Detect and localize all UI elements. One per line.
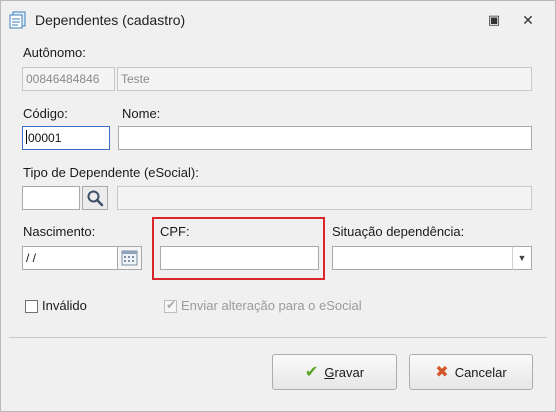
nascimento-input[interactable]: / /: [22, 246, 118, 270]
tipo-dependente-code-input[interactable]: [22, 186, 80, 210]
separator: [9, 337, 547, 338]
tipo-dependente-description: [117, 186, 532, 210]
autonomo-code-field: 00846484846: [22, 67, 115, 91]
text-caret: [26, 130, 27, 144]
cpf-input[interactable]: [160, 246, 319, 270]
close-icon[interactable]: ✕: [517, 10, 539, 30]
x-mark-icon: ✖: [435, 364, 449, 381]
autonomo-name-field: Teste: [117, 67, 532, 91]
form-icon: [9, 11, 26, 29]
calendar-button[interactable]: [118, 246, 142, 270]
checkmark-icon: ✔: [166, 298, 177, 312]
autonomo-label: Autônomo:: [23, 45, 86, 60]
codigo-input[interactable]: 00001: [22, 126, 110, 150]
checkmark-icon: ✔: [304, 364, 319, 381]
enviar-esocial-label: Enviar alteração para o eSocial: [181, 298, 362, 313]
codigo-value: 00001: [28, 131, 62, 145]
situacao-select[interactable]: [332, 246, 514, 270]
nome-input[interactable]: [118, 126, 532, 150]
invalido-checkbox[interactable]: [25, 300, 38, 313]
cpf-label: CPF:: [160, 224, 190, 239]
invalido-label[interactable]: Inválido: [42, 298, 87, 313]
codigo-label: Código:: [23, 106, 68, 121]
gravar-label: Gravar: [324, 364, 365, 380]
situacao-label: Situação dependência:: [332, 224, 465, 239]
restore-icon[interactable]: ▣: [483, 10, 505, 30]
form-content: Autônomo: 00846484846 Teste Código: 0000…: [9, 39, 547, 405]
cancelar-label: Cancelar: [454, 364, 507, 380]
title-bar[interactable]: Dependentes (cadastro) ▣ ✕: [1, 1, 555, 39]
search-button[interactable]: [82, 186, 108, 210]
search-icon: [87, 190, 104, 207]
nome-label: Nome:: [122, 106, 161, 121]
window-title: Dependentes (cadastro): [35, 12, 186, 28]
nascimento-label: Nascimento:: [23, 224, 96, 239]
chevron-down-icon[interactable]: ▼: [512, 246, 532, 270]
enviar-esocial-checkbox: ✔: [164, 298, 177, 313]
cancelar-button[interactable]: ✖ Cancelar: [409, 354, 533, 390]
dependentes-window: Dependentes (cadastro) ▣ ✕ Autônomo: 008…: [0, 0, 556, 412]
tipo-dependente-label: Tipo de Dependente (eSocial):: [23, 165, 199, 180]
gravar-button[interactable]: ✔ Gravar: [272, 354, 397, 390]
calendar-icon: [121, 250, 138, 266]
